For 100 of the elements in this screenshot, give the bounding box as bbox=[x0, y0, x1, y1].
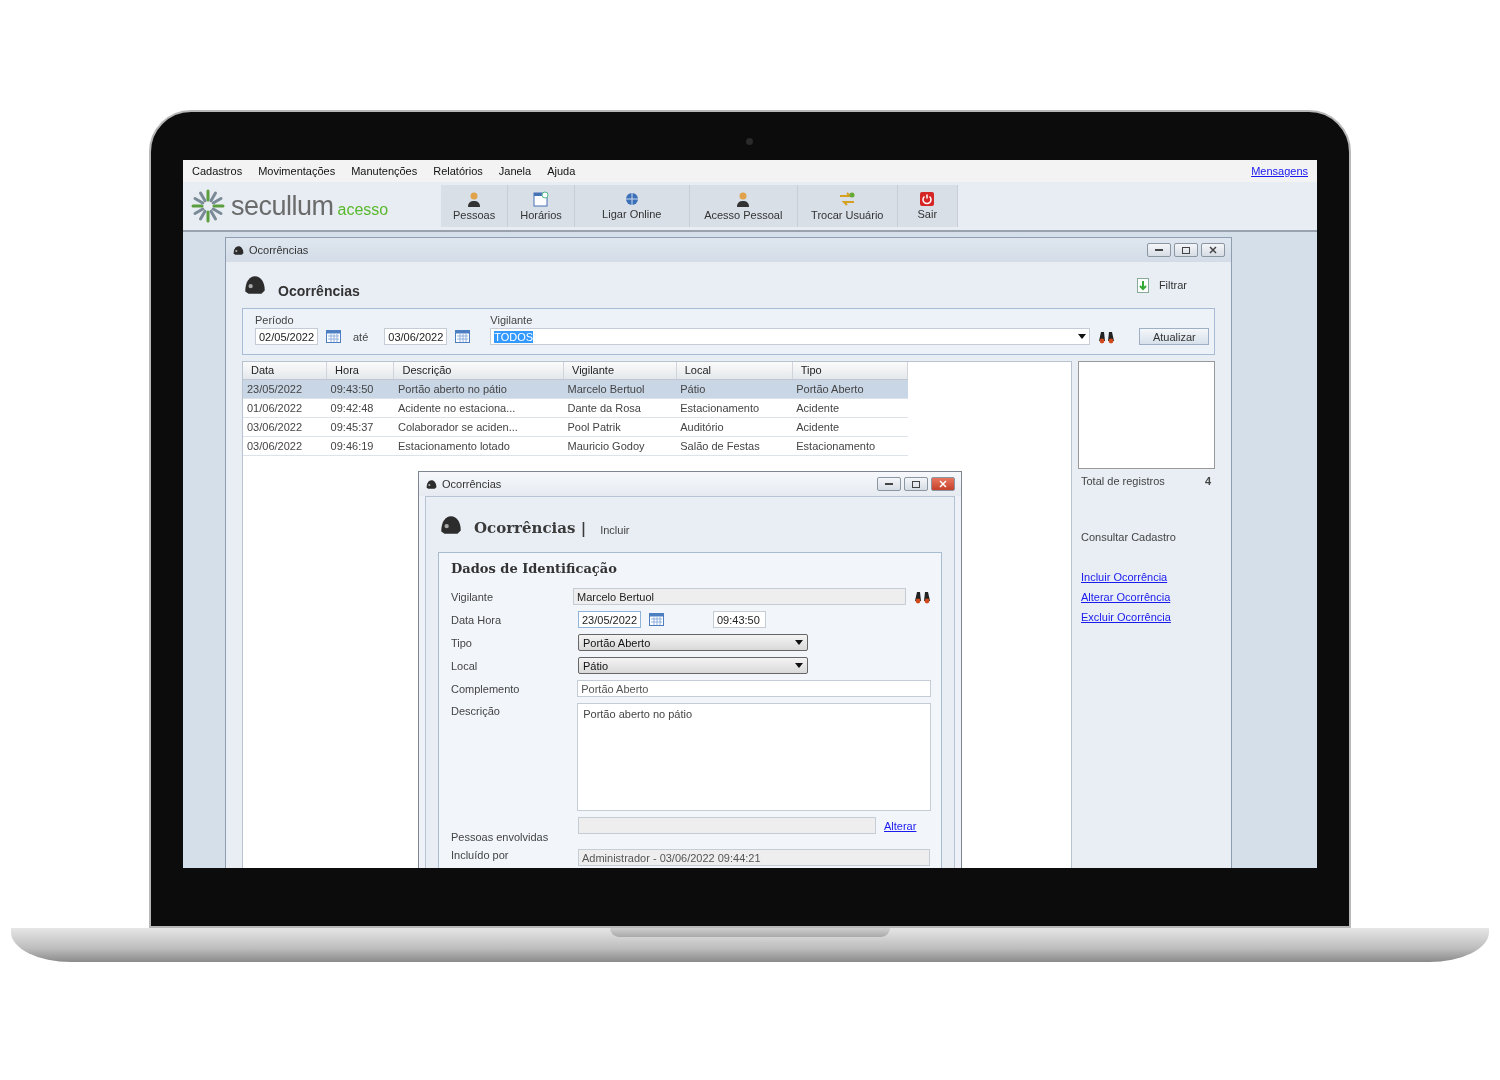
page-heading: Ocorrências bbox=[278, 283, 361, 299]
calendar-icon[interactable] bbox=[649, 613, 664, 626]
menu-item[interactable]: Janela bbox=[498, 165, 539, 177]
table-cell: Pool Patrik bbox=[563, 417, 677, 436]
table-cell: Estacionamento bbox=[676, 398, 793, 417]
change-link[interactable]: Alterar bbox=[884, 819, 917, 832]
field-label: Data Hora bbox=[451, 613, 503, 626]
column-header[interactable]: Hora bbox=[326, 362, 394, 379]
menu-item[interactable]: Manutenções bbox=[351, 165, 425, 177]
people-field[interactable] bbox=[578, 817, 876, 834]
text-field[interactable]: Portão Aberto bbox=[577, 680, 931, 697]
logo-icon bbox=[191, 189, 225, 223]
field-label: Descrição bbox=[451, 704, 501, 717]
menu-item[interactable]: Ajuda bbox=[547, 165, 583, 177]
column-header[interactable]: Vigilante bbox=[563, 362, 677, 379]
window-title: Ocorrências bbox=[249, 244, 310, 256]
dropdown[interactable]: Portão Aberto bbox=[578, 634, 808, 651]
table-cell: Pátio bbox=[676, 379, 793, 398]
maximize-button[interactable] bbox=[904, 477, 928, 491]
guard-label: Vigilante bbox=[490, 314, 534, 326]
until-label: até bbox=[353, 330, 369, 343]
minimize-button[interactable] bbox=[1147, 243, 1171, 257]
filter-button[interactable]: Filtrar bbox=[1130, 276, 1193, 294]
menu-item[interactable]: Cadastros bbox=[192, 165, 250, 177]
field-label: Pessoas envolvidas bbox=[451, 830, 550, 843]
person-icon bbox=[466, 191, 483, 207]
table-cell: Auditório bbox=[676, 417, 793, 436]
consult-label: Consultar Cadastro bbox=[1081, 531, 1177, 543]
close-button[interactable] bbox=[1201, 243, 1225, 257]
messages-link[interactable]: Mensagens bbox=[1251, 165, 1308, 177]
table-cell: 09:43:50 bbox=[326, 379, 394, 398]
table-cell: 09:46:19 bbox=[326, 436, 394, 455]
description-field[interactable]: Portão aberto no pátio bbox=[577, 703, 931, 811]
globe-icon bbox=[624, 192, 639, 206]
table-cell: 03/06/2022 bbox=[243, 436, 327, 455]
table-cell: 09:42:48 bbox=[326, 398, 394, 417]
guard-field[interactable]: Marcelo Bertuol bbox=[573, 588, 906, 605]
section-title: Dados de Identificação bbox=[451, 561, 618, 576]
close-icon bbox=[939, 480, 947, 488]
maximize-button[interactable] bbox=[1174, 243, 1198, 257]
field-label: Complemento bbox=[451, 682, 521, 695]
total-label: Total de registros bbox=[1081, 475, 1165, 487]
caret-icon bbox=[795, 640, 803, 645]
date-field[interactable]: 23/05/2022 bbox=[578, 611, 641, 628]
toolbar-button[interactable]: Pessoas bbox=[441, 185, 509, 227]
menu-item[interactable]: Movimentações bbox=[258, 165, 343, 177]
table-cell: Dante da Rosa bbox=[563, 398, 677, 417]
table-cell: Estacionamento bbox=[792, 436, 908, 455]
table-cell: Acidente bbox=[792, 417, 908, 436]
table-cell: 03/06/2022 bbox=[243, 417, 327, 436]
table-cell: Acidente bbox=[792, 398, 908, 417]
calendar-icon[interactable] bbox=[455, 330, 471, 343]
download-arrow-icon bbox=[1136, 277, 1149, 293]
helmet-icon bbox=[232, 243, 245, 257]
swap-arrows-icon bbox=[838, 191, 857, 207]
toolbar-button[interactable]: Sair bbox=[897, 185, 958, 227]
logo-wordmark: secullum bbox=[231, 190, 334, 221]
minimize-icon bbox=[1155, 248, 1163, 252]
table-cell: Salão de Festas bbox=[676, 436, 793, 455]
close-icon bbox=[1209, 246, 1217, 254]
column-header[interactable]: Tipo bbox=[792, 362, 908, 379]
calendar-icon[interactable] bbox=[326, 330, 341, 343]
period-label: Período bbox=[255, 314, 295, 326]
action-link[interactable]: Excluir Ocorrência bbox=[1081, 611, 1171, 623]
end-date-field[interactable]: 03/06/2022 bbox=[384, 328, 448, 345]
column-header[interactable]: Local bbox=[676, 362, 793, 379]
update-button[interactable]: Atualizar bbox=[1139, 328, 1210, 345]
minimize-icon bbox=[885, 482, 893, 486]
power-icon bbox=[920, 192, 935, 206]
binoculars-icon[interactable] bbox=[1098, 329, 1116, 344]
table-cell: Estacionamento lotado bbox=[394, 436, 564, 455]
binoculars-icon[interactable] bbox=[914, 589, 931, 604]
dropdown[interactable]: Pátio bbox=[578, 657, 808, 674]
menu-item[interactable]: Relatórios bbox=[433, 165, 490, 177]
action-link[interactable]: Incluir Ocorrência bbox=[1081, 571, 1168, 583]
time-field[interactable]: 09:43:50 bbox=[713, 611, 766, 628]
start-date-field[interactable]: 02/05/2022 bbox=[255, 328, 318, 345]
column-header[interactable]: Descrição bbox=[394, 362, 564, 379]
toolbar-button[interactable]: Ligar Online bbox=[574, 185, 690, 227]
dialog-heading: Ocorrências | bbox=[474, 518, 587, 537]
caret-icon bbox=[795, 663, 803, 668]
field-label: Tipo bbox=[451, 636, 473, 649]
column-header[interactable]: Data bbox=[243, 362, 327, 379]
table-cell: Acidente no estaciona... bbox=[394, 398, 564, 417]
total-count: 4 bbox=[1204, 475, 1211, 487]
action-link[interactable]: Alterar Ocorrência bbox=[1081, 591, 1171, 603]
table-cell: Portão aberto no pátio bbox=[394, 379, 564, 398]
table-cell: Colaborador se aciden... bbox=[394, 417, 564, 436]
field-label: Local bbox=[451, 659, 479, 672]
maximize-icon bbox=[912, 480, 920, 488]
logo-suffix: acesso bbox=[337, 200, 389, 218]
close-button[interactable] bbox=[931, 477, 955, 491]
toolbar-button[interactable]: Acesso Pessoal bbox=[689, 185, 798, 227]
table-cell: Marcelo Bertuol bbox=[563, 379, 677, 398]
dialog-title: Ocorrências bbox=[442, 478, 503, 490]
table-cell: 09:45:37 bbox=[326, 417, 394, 436]
minimize-button[interactable] bbox=[877, 477, 901, 491]
toolbar-button[interactable]: Trocar Usuário bbox=[797, 185, 898, 227]
helmet-icon bbox=[425, 477, 438, 491]
toolbar-button[interactable]: Horários bbox=[508, 185, 575, 227]
